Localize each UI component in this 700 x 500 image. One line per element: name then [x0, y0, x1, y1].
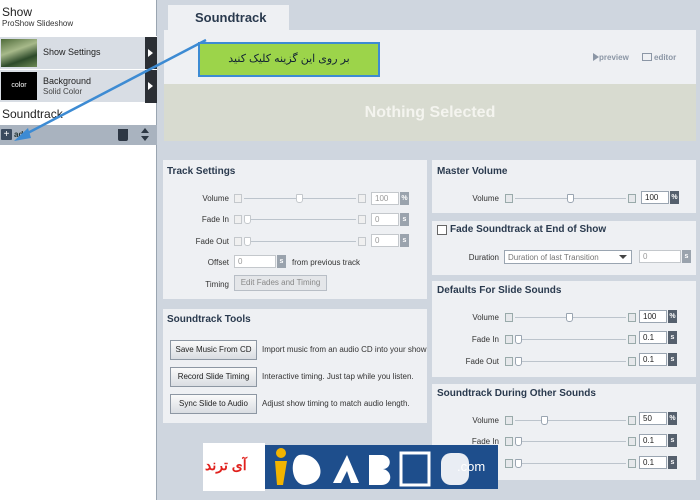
seconds-unit: s: [668, 353, 677, 366]
seconds-unit: s: [400, 234, 409, 247]
seconds-unit: s: [668, 456, 677, 469]
sync-slide-desc: Adjust show timing to match audio length…: [262, 399, 410, 408]
soundtrack-tools-title: Soundtrack Tools: [167, 314, 251, 325]
duration-select[interactable]: Duration of last Transition: [504, 250, 632, 264]
timing-label: Timing: [205, 280, 229, 289]
fade-end-title: Fade Soundtrack at End of Show: [450, 224, 607, 235]
track-volume-slider[interactable]: [234, 194, 366, 203]
watermark-text: آی ترند: [205, 457, 247, 473]
master-volume-field[interactable]: 100: [641, 191, 669, 204]
other-fade-in-slider[interactable]: [505, 437, 636, 446]
duration-field[interactable]: 0: [639, 250, 681, 263]
track-settings-title: Track Settings: [167, 166, 236, 177]
default-fade-in-slider[interactable]: [505, 335, 636, 344]
other-volume-slider[interactable]: [505, 416, 636, 425]
percent-unit: %: [668, 310, 677, 323]
default-fade-in-label: Fade In: [471, 335, 499, 344]
seconds-unit: s: [668, 434, 677, 447]
default-fade-in-field[interactable]: 0.1: [639, 331, 667, 344]
track-fade-out-slider[interactable]: [234, 237, 366, 246]
offset-field[interactable]: 0: [234, 255, 276, 268]
duration-label: Duration: [468, 253, 499, 262]
master-volume-label: Volume: [472, 194, 499, 203]
save-music-desc: Import music from an audio CD into your …: [262, 345, 427, 354]
default-volume-field[interactable]: 100: [639, 310, 667, 323]
edit-fades-timing-button[interactable]: Edit Fades and Timing: [234, 275, 327, 291]
track-volume-label: Volume: [202, 194, 229, 203]
master-volume-slider[interactable]: [505, 194, 636, 203]
track-fade-in-label: Fade In: [201, 215, 229, 224]
during-other-sounds-title: Soundtrack During Other Sounds: [437, 388, 596, 399]
instruction-callout: بر روی این گزینه کلیک کنید: [198, 42, 380, 77]
seconds-unit: s: [277, 255, 286, 268]
track-fade-in-field[interactable]: 0: [371, 213, 399, 226]
percent-unit: %: [400, 192, 409, 205]
master-volume-title: Master Volume: [437, 166, 508, 177]
other-fade-out-slider[interactable]: [505, 459, 636, 468]
track-fade-out-label: Fade Out: [195, 237, 229, 246]
offset-label: Offset: [207, 258, 229, 267]
watermark-banner: .com: [265, 445, 498, 489]
save-music-from-cd-button[interactable]: Save Music From CD: [170, 340, 257, 360]
track-volume-field[interactable]: 100: [371, 192, 399, 205]
defaults-slide-sounds-title: Defaults For Slide Sounds: [437, 285, 562, 296]
percent-unit: %: [670, 191, 679, 204]
watermark-com: .com: [457, 459, 486, 474]
seconds-unit: s: [400, 213, 409, 226]
track-fade-in-slider[interactable]: [234, 215, 366, 224]
other-fade-in-field[interactable]: 0.1: [639, 434, 667, 447]
track-fade-out-field[interactable]: 0: [371, 234, 399, 247]
default-volume-slider[interactable]: [505, 313, 636, 322]
default-volume-label: Volume: [472, 313, 499, 322]
fade-end-checkbox[interactable]: [437, 225, 447, 235]
offset-suffix: from previous track: [292, 258, 361, 267]
other-fade-out-field[interactable]: 0.1: [639, 456, 667, 469]
sync-slide-to-audio-button[interactable]: Sync Slide to Audio: [170, 394, 257, 414]
watermark-logo: آی ترند .com: [203, 443, 498, 491]
percent-unit: %: [668, 412, 677, 425]
default-fade-out-label: Fade Out: [465, 357, 499, 366]
record-timing-desc: Interactive timing. Just tap while you l…: [262, 372, 414, 381]
other-volume-label: Volume: [472, 416, 499, 425]
seconds-unit: s: [682, 250, 691, 263]
record-slide-timing-button[interactable]: Record Slide Timing: [170, 367, 257, 387]
other-volume-field[interactable]: 50: [639, 412, 667, 425]
seconds-unit: s: [668, 331, 677, 344]
default-fade-out-field[interactable]: 0.1: [639, 353, 667, 366]
default-fade-out-slider[interactable]: [505, 357, 636, 366]
